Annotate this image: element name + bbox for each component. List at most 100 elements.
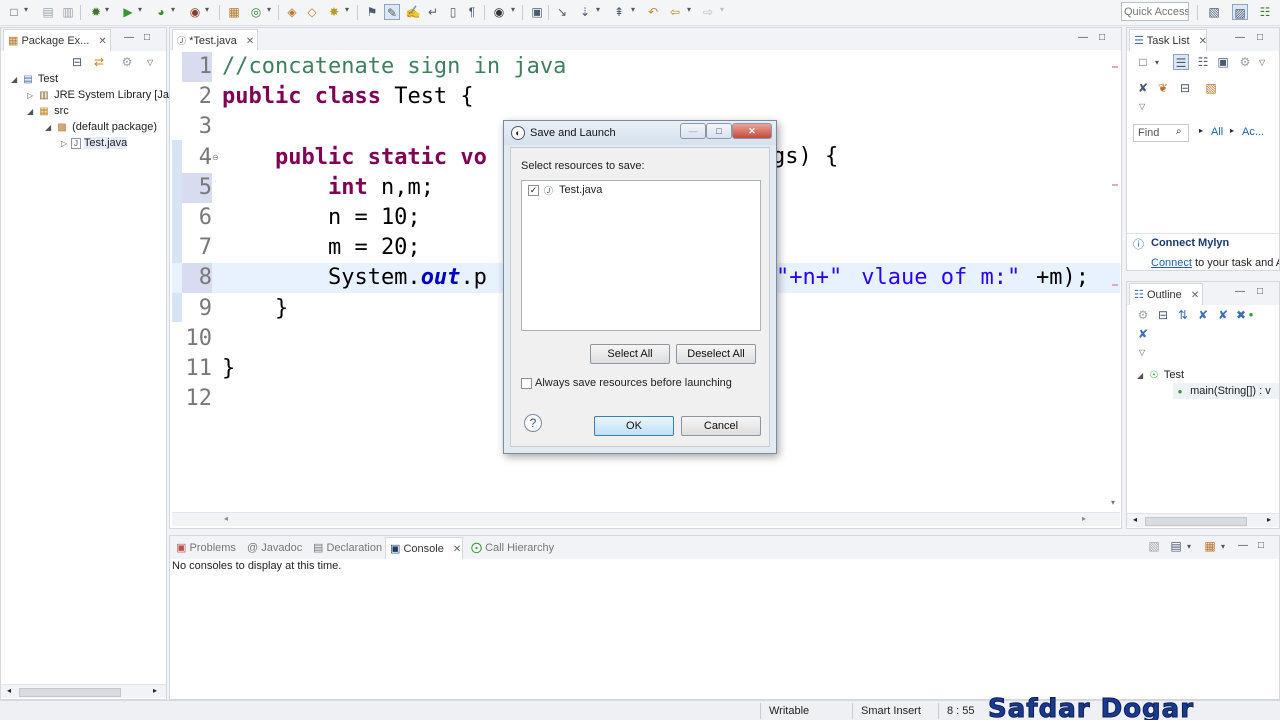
maximize-icon[interactable]: □: [1258, 540, 1264, 551]
close-icon[interactable]: ✕: [246, 36, 254, 47]
collapse-arrow-icon[interactable]: ◢: [1137, 368, 1147, 384]
focus-icon[interactable]: ⚙: [1237, 54, 1253, 70]
outline-item-class[interactable]: ◢ ☉ Test: [1137, 367, 1184, 383]
open-perspective-icon[interactable]: ▧: [1206, 4, 1222, 20]
minimize-icon[interactable]: —: [1238, 540, 1248, 551]
pin-dropdown-icon[interactable]: ▾: [511, 5, 515, 14]
run-icon[interactable]: ▶: [120, 4, 136, 20]
coverage-dropdown-icon[interactable]: ▾: [171, 5, 175, 14]
new-class-icon[interactable]: ◎: [248, 4, 264, 20]
coverage-icon[interactable]: ◕: [153, 4, 169, 20]
last-edit-icon[interactable]: ⇞: [611, 4, 627, 20]
scroll-left-icon[interactable]: ◂: [7, 686, 11, 695]
close-icon[interactable]: ✕: [1199, 36, 1206, 47]
hide-static-icon[interactable]: ✘: [1215, 307, 1231, 323]
scroll-thumb[interactable]: [1145, 517, 1247, 526]
activate-link[interactable]: Ac...: [1242, 126, 1264, 138]
back-dropdown-icon[interactable]: ▾: [687, 5, 691, 14]
tree-item-project[interactable]: ◢ ▤ Test: [11, 71, 58, 87]
expand-all-icon[interactable]: ⊟: [1177, 80, 1193, 96]
search-icon[interactable]: ✸: [326, 4, 342, 20]
forward-dropdown-icon[interactable]: ▾: [720, 5, 724, 14]
view-menu-icon[interactable]: ▽: [1139, 348, 1145, 357]
deselect-all-button[interactable]: Deselect All: [676, 344, 756, 364]
connect-link[interactable]: Connect: [1151, 257, 1192, 269]
view-menu-icon[interactable]: ▽: [1259, 58, 1265, 67]
new-class-dropdown-icon[interactable]: ▾: [267, 5, 271, 14]
save-all-icon[interactable]: ▥: [60, 4, 76, 20]
collapse-arrow-icon[interactable]: ◢: [45, 120, 55, 136]
new-package-icon[interactable]: ▦: [226, 4, 242, 20]
save-icon[interactable]: ▤: [40, 4, 56, 20]
open-task-icon[interactable]: ◇: [304, 4, 320, 20]
close-icon[interactable]: ✕: [732, 123, 772, 139]
collapse-arrow-icon[interactable]: ◢: [11, 72, 21, 88]
tree-item-jre[interactable]: ▷ ▥ JRE System Library [Jav: [27, 87, 174, 103]
java-ee-perspective-icon[interactable]: ▨: [1232, 4, 1248, 20]
forward-icon[interactable]: ⇨: [700, 4, 716, 20]
categorized-icon[interactable]: ☰: [1173, 54, 1189, 70]
scroll-left-icon[interactable]: ◂: [224, 514, 228, 523]
minimize-icon[interactable]: —: [680, 123, 706, 139]
ok-button[interactable]: OK: [594, 416, 674, 436]
occurrence-marker[interactable]: [1112, 284, 1118, 286]
scroll-thumb[interactable]: [19, 688, 121, 697]
editor-horizontal-scrollbar[interactable]: ◂ ▸: [172, 512, 1120, 526]
block-selection-icon[interactable]: ✍: [405, 4, 421, 20]
tree-item-default-package[interactable]: ◢ ▩ (default package): [45, 119, 157, 135]
minimize-icon[interactable]: —: [1235, 32, 1245, 43]
tab-console[interactable]: ▣ Console ✕: [385, 537, 463, 559]
link-with-editor-icon[interactable]: ⇄: [91, 54, 107, 70]
run-dropdown-icon[interactable]: ▾: [138, 5, 142, 14]
display-console-dropdown-icon[interactable]: ▾: [1187, 542, 1191, 551]
new-dropdown-icon[interactable]: ▾: [24, 5, 28, 14]
maximize-icon[interactable]: □: [1257, 286, 1263, 297]
display-console-icon[interactable]: ▤: [1168, 538, 1184, 554]
hide-local-types-icon[interactable]: ✘: [1135, 326, 1151, 342]
new-icon[interactable]: □: [6, 4, 22, 20]
tab-task-list[interactable]: ☰ Task List ✕: [1129, 29, 1207, 51]
occurrence-marker[interactable]: [1112, 66, 1118, 68]
dialog-title-bar[interactable]: ◐ Save and Launch — □ ✕: [504, 121, 776, 145]
tab-declaration[interactable]: ▤ Declaration: [309, 537, 391, 559]
maximize-icon[interactable]: □: [1099, 32, 1105, 43]
scroll-down-icon[interactable]: ▾: [1111, 498, 1115, 507]
hide-fields-icon[interactable]: ✘: [1195, 307, 1211, 323]
tab-test-java[interactable]: Ⓙ *Test.java ✕: [172, 29, 258, 51]
toggle-mark-occurrences-icon[interactable]: ✎: [384, 4, 400, 20]
collapse-all-icon[interactable]: ⊟: [69, 54, 85, 70]
quick-access-input[interactable]: [1121, 2, 1189, 21]
skip-breakpoints-icon[interactable]: ▣: [529, 4, 545, 20]
collapse-all-icon[interactable]: ❦: [1155, 80, 1171, 96]
external-tools-dropdown-icon[interactable]: ▾: [205, 5, 209, 14]
external-tools-icon[interactable]: ◉: [187, 4, 203, 20]
pin-console-icon[interactable]: ▧: [1146, 538, 1162, 554]
minimize-icon[interactable]: —: [124, 32, 134, 43]
open-console-icon[interactable]: ▦: [1202, 538, 1218, 554]
prev-annotation-dropdown-icon[interactable]: ▾: [596, 5, 600, 14]
java-perspective-icon[interactable]: ☷: [1257, 4, 1273, 20]
tree-item-src[interactable]: ◢ ▦ src: [27, 103, 69, 119]
all-link[interactable]: All: [1211, 126, 1223, 138]
occurrence-marker[interactable]: [1112, 184, 1118, 186]
scroll-left-icon[interactable]: ◂: [1133, 515, 1137, 524]
collapse-all-icon[interactable]: ⊟: [1155, 307, 1171, 323]
new-task-icon[interactable]: □: [1135, 54, 1151, 70]
maximize-icon[interactable]: □: [706, 123, 732, 139]
prev-annotation-icon[interactable]: ⇣: [577, 4, 593, 20]
back-to-last-edit-icon[interactable]: ↶: [645, 4, 661, 20]
code-line[interactable]: 2 public class Test {: [172, 82, 1120, 112]
tab-outline[interactable]: ☷ Outline ✕: [1129, 283, 1203, 305]
resources-list[interactable]: ✓ Ⓙ Test.java: [521, 180, 761, 331]
tab-call-hierarchy[interactable]: ⨀ Call Hierarchy: [467, 537, 567, 559]
word-wrap-icon[interactable]: ↵: [425, 4, 441, 20]
scroll-right-icon[interactable]: ▸: [1082, 514, 1086, 523]
test-java-checkbox[interactable]: ✓: [528, 185, 539, 196]
scheduled-icon[interactable]: ☷: [1195, 54, 1211, 70]
minimize-icon[interactable]: —: [1078, 32, 1088, 43]
view-menu-icon[interactable]: ▽: [1139, 102, 1145, 111]
last-edit-dropdown-icon[interactable]: ▾: [631, 5, 635, 14]
outline-horizontal-scrollbar[interactable]: ◂ ▸: [1127, 513, 1279, 527]
synchronize-icon[interactable]: ▣: [1215, 54, 1231, 70]
find-field[interactable]: Find ⌕: [1133, 124, 1189, 142]
